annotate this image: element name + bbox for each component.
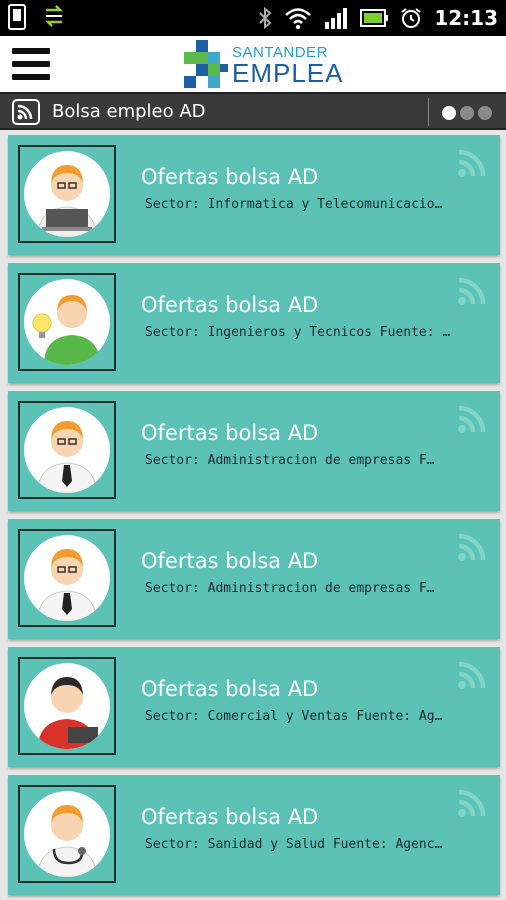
usb-transfer-icon — [44, 5, 64, 27]
offer-card[interactable]: Ofertas bolsa AD Sector: Administracion … — [8, 391, 500, 511]
offer-subtitle: Sector: Sanidad y Salud Fuente: Agenc… — [145, 837, 443, 852]
logo-mark-icon — [184, 40, 228, 88]
status-bar: 12:13 — [0, 0, 506, 36]
offer-title: Ofertas bolsa AD — [141, 677, 319, 701]
bluetooth-icon — [259, 7, 272, 29]
page-dot-3[interactable] — [478, 106, 492, 120]
section-header: Bolsa empleo AD — [0, 92, 506, 130]
page-dot-2[interactable] — [460, 106, 474, 120]
offer-card[interactable]: Ofertas bolsa AD Sector: Sanidad y Salud… — [8, 775, 500, 895]
offer-card[interactable]: Ofertas bolsa AD Sector: Comercial y Ven… — [8, 647, 500, 767]
rss-feed-icon[interactable] — [456, 659, 488, 691]
section-title: Bolsa empleo AD — [52, 101, 206, 122]
avatar-frame — [18, 785, 116, 883]
person-doctor-icon — [24, 791, 110, 877]
page-dot-1[interactable] — [442, 106, 456, 120]
offer-title: Ofertas bolsa AD — [141, 165, 319, 189]
avatar-frame — [18, 657, 116, 755]
avatar-frame — [18, 145, 116, 243]
offer-title: Ofertas bolsa AD — [141, 293, 319, 317]
offer-subtitle: Sector: Ingenieros y Tecnicos Fuente: … — [145, 325, 451, 340]
offer-subtitle: Sector: Informatica y Telecomunicacio… — [145, 197, 443, 212]
offer-subtitle: Sector: Administracion de empresas F… — [145, 453, 435, 468]
page-indicator[interactable] — [442, 106, 492, 120]
rss-feed-icon[interactable] — [456, 531, 488, 563]
battery-icon — [360, 9, 389, 27]
signal-icon — [325, 8, 348, 29]
avatar-frame — [18, 529, 116, 627]
offer-card[interactable]: Ofertas bolsa AD Sector: Informatica y T… — [8, 135, 500, 255]
offer-subtitle: Sector: Administracion de empresas F… — [145, 581, 435, 596]
wifi-icon — [285, 8, 312, 30]
hamburger-menu-icon[interactable] — [12, 48, 50, 80]
avatar-frame — [18, 273, 116, 371]
rss-feed-icon[interactable] — [456, 787, 488, 819]
status-time: 12:13 — [434, 6, 498, 30]
offer-card[interactable]: Ofertas bolsa AD Sector: Ingenieros y Te… — [8, 263, 500, 383]
logo-text-bottom: EMPLEA — [232, 58, 344, 88]
person-laptop-icon — [24, 151, 110, 237]
offer-card[interactable]: Ofertas bolsa AD Sector: Administracion … — [8, 519, 500, 639]
person-sales-icon — [24, 663, 110, 749]
alarm-icon — [401, 8, 421, 28]
rss-icon — [12, 99, 40, 125]
santander-emplea-logo: SANTANDER EMPLEA — [182, 38, 343, 90]
sd-card-icon — [8, 4, 26, 30]
offer-title: Ofertas bolsa AD — [141, 421, 319, 445]
offer-subtitle: Sector: Comercial y Ventas Fuente: Ag… — [145, 709, 443, 724]
person-tie-icon — [24, 407, 110, 493]
person-idea-bulb-icon — [24, 279, 110, 365]
rss-feed-icon[interactable] — [456, 403, 488, 435]
avatar-frame — [18, 401, 116, 499]
app-bar: SANTANDER EMPLEA — [0, 36, 506, 92]
rss-feed-icon[interactable] — [456, 275, 488, 307]
divider — [428, 98, 429, 126]
offer-title: Ofertas bolsa AD — [141, 549, 319, 573]
person-tie-icon — [24, 535, 110, 621]
rss-feed-icon[interactable] — [456, 147, 488, 179]
offer-title: Ofertas bolsa AD — [141, 805, 319, 829]
